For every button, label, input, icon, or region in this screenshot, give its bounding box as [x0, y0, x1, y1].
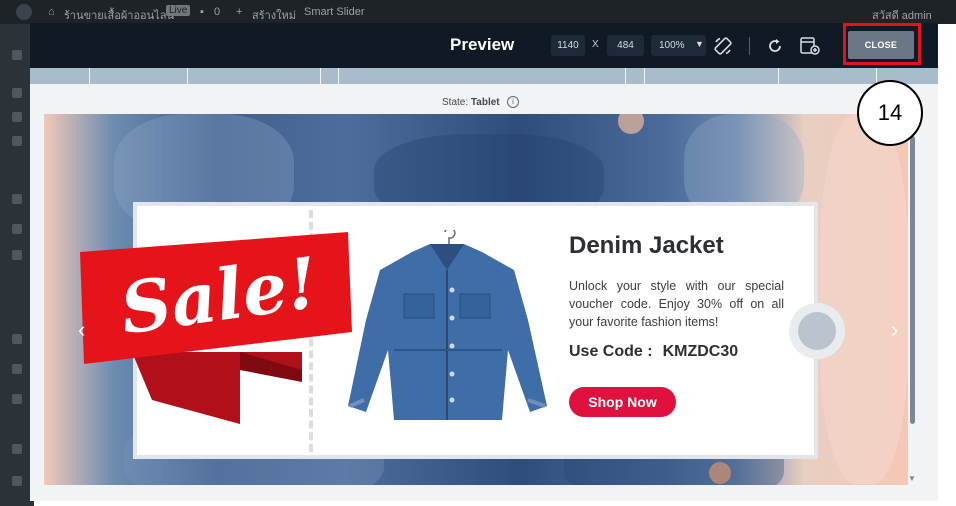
background-shirt	[819, 114, 908, 484]
menu-icon[interactable]	[12, 194, 22, 204]
scrollbar-thumb[interactable]	[910, 136, 915, 424]
button-detail	[709, 462, 731, 484]
menu-icon[interactable]	[12, 224, 22, 234]
smart-slider-link[interactable]: Smart Slider	[304, 6, 365, 18]
wordpress-logo-icon[interactable]	[16, 4, 32, 20]
menu-icon[interactable]	[12, 334, 22, 344]
menu-icon[interactable]	[12, 50, 22, 60]
home-icon[interactable]: ⌂	[48, 6, 55, 18]
previous-slide-arrow[interactable]: ‹	[78, 317, 85, 343]
close-button-highlight	[843, 23, 921, 65]
next-slide-arrow[interactable]: ›	[891, 317, 898, 343]
menu-icon[interactable]	[12, 394, 22, 404]
dimension-separator: X	[592, 39, 599, 50]
comments-icon[interactable]: ▪	[200, 6, 204, 18]
slider-preview: Sale! Denim Jacket Unlock your style wit…	[44, 114, 908, 485]
new-content-link[interactable]: สร้างใหม่	[252, 6, 296, 24]
menu-icon[interactable]	[12, 364, 22, 374]
site-name-link[interactable]: ร้านขายเสื้อผ้าออนไลน์	[64, 6, 174, 24]
plus-icon[interactable]: +	[236, 6, 242, 18]
step-number-marker: 14	[857, 80, 923, 146]
live-badge: Live	[166, 5, 191, 16]
rotate-device-icon[interactable]	[713, 36, 733, 56]
menu-icon[interactable]	[12, 88, 22, 98]
wp-admin-sidebar	[0, 24, 34, 506]
user-greeting[interactable]: สวัสดี admin	[872, 6, 932, 24]
denim-jacket-image	[348, 230, 547, 420]
voucher-code-value: KMZDC30	[662, 343, 739, 360]
info-icon[interactable]: i	[507, 96, 519, 108]
width-input[interactable]: 1140	[551, 35, 585, 56]
slide-title: Denim Jacket	[569, 232, 724, 259]
menu-icon[interactable]	[12, 476, 22, 486]
menu-icon[interactable]	[12, 136, 22, 146]
sale-ribbon: Sale!	[80, 232, 352, 424]
comments-count: 0	[214, 6, 221, 18]
scroll-down-arrow-icon[interactable]: ▼	[908, 474, 916, 483]
menu-icon[interactable]	[12, 112, 22, 122]
preview-header: Preview 1140 X 484 100% ▼ CLOSE	[30, 23, 938, 68]
menu-icon[interactable]	[12, 444, 22, 454]
slide-description: Unlock your style with our special vouch…	[569, 279, 784, 329]
breakpoint-ruler[interactable]	[30, 68, 938, 84]
refresh-icon[interactable]	[765, 36, 785, 56]
shop-now-button[interactable]: Shop Now	[569, 387, 676, 417]
state-value: Tablet	[470, 97, 500, 108]
voucher-notch-inner	[798, 312, 836, 350]
preview-modal: Preview 1140 X 484 100% ▼ CLOSE State: T…	[30, 23, 938, 501]
header-divider	[749, 37, 750, 55]
menu-icon[interactable]	[12, 250, 22, 260]
screenshot-stage: ⌂ ร้านขายเสื้อผ้าออนไลน์ Live ▪ 0 + สร้า…	[0, 0, 956, 506]
height-input[interactable]: 484	[607, 35, 644, 56]
voucher-code-label: Use Code :	[569, 343, 653, 360]
button-detail	[618, 114, 644, 134]
wp-admin-bar: ⌂ ร้านขายเสื้อผ้าออนไลน์ Live ▪ 0 + สร้า…	[0, 0, 956, 24]
preview-title: Preview	[450, 35, 515, 54]
voucher-code-line: Use Code : KMZDC30	[569, 343, 738, 361]
chevron-down-icon: ▼	[695, 39, 704, 49]
state-label: State: Tablet	[442, 97, 500, 108]
add-device-icon[interactable]	[799, 36, 820, 56]
